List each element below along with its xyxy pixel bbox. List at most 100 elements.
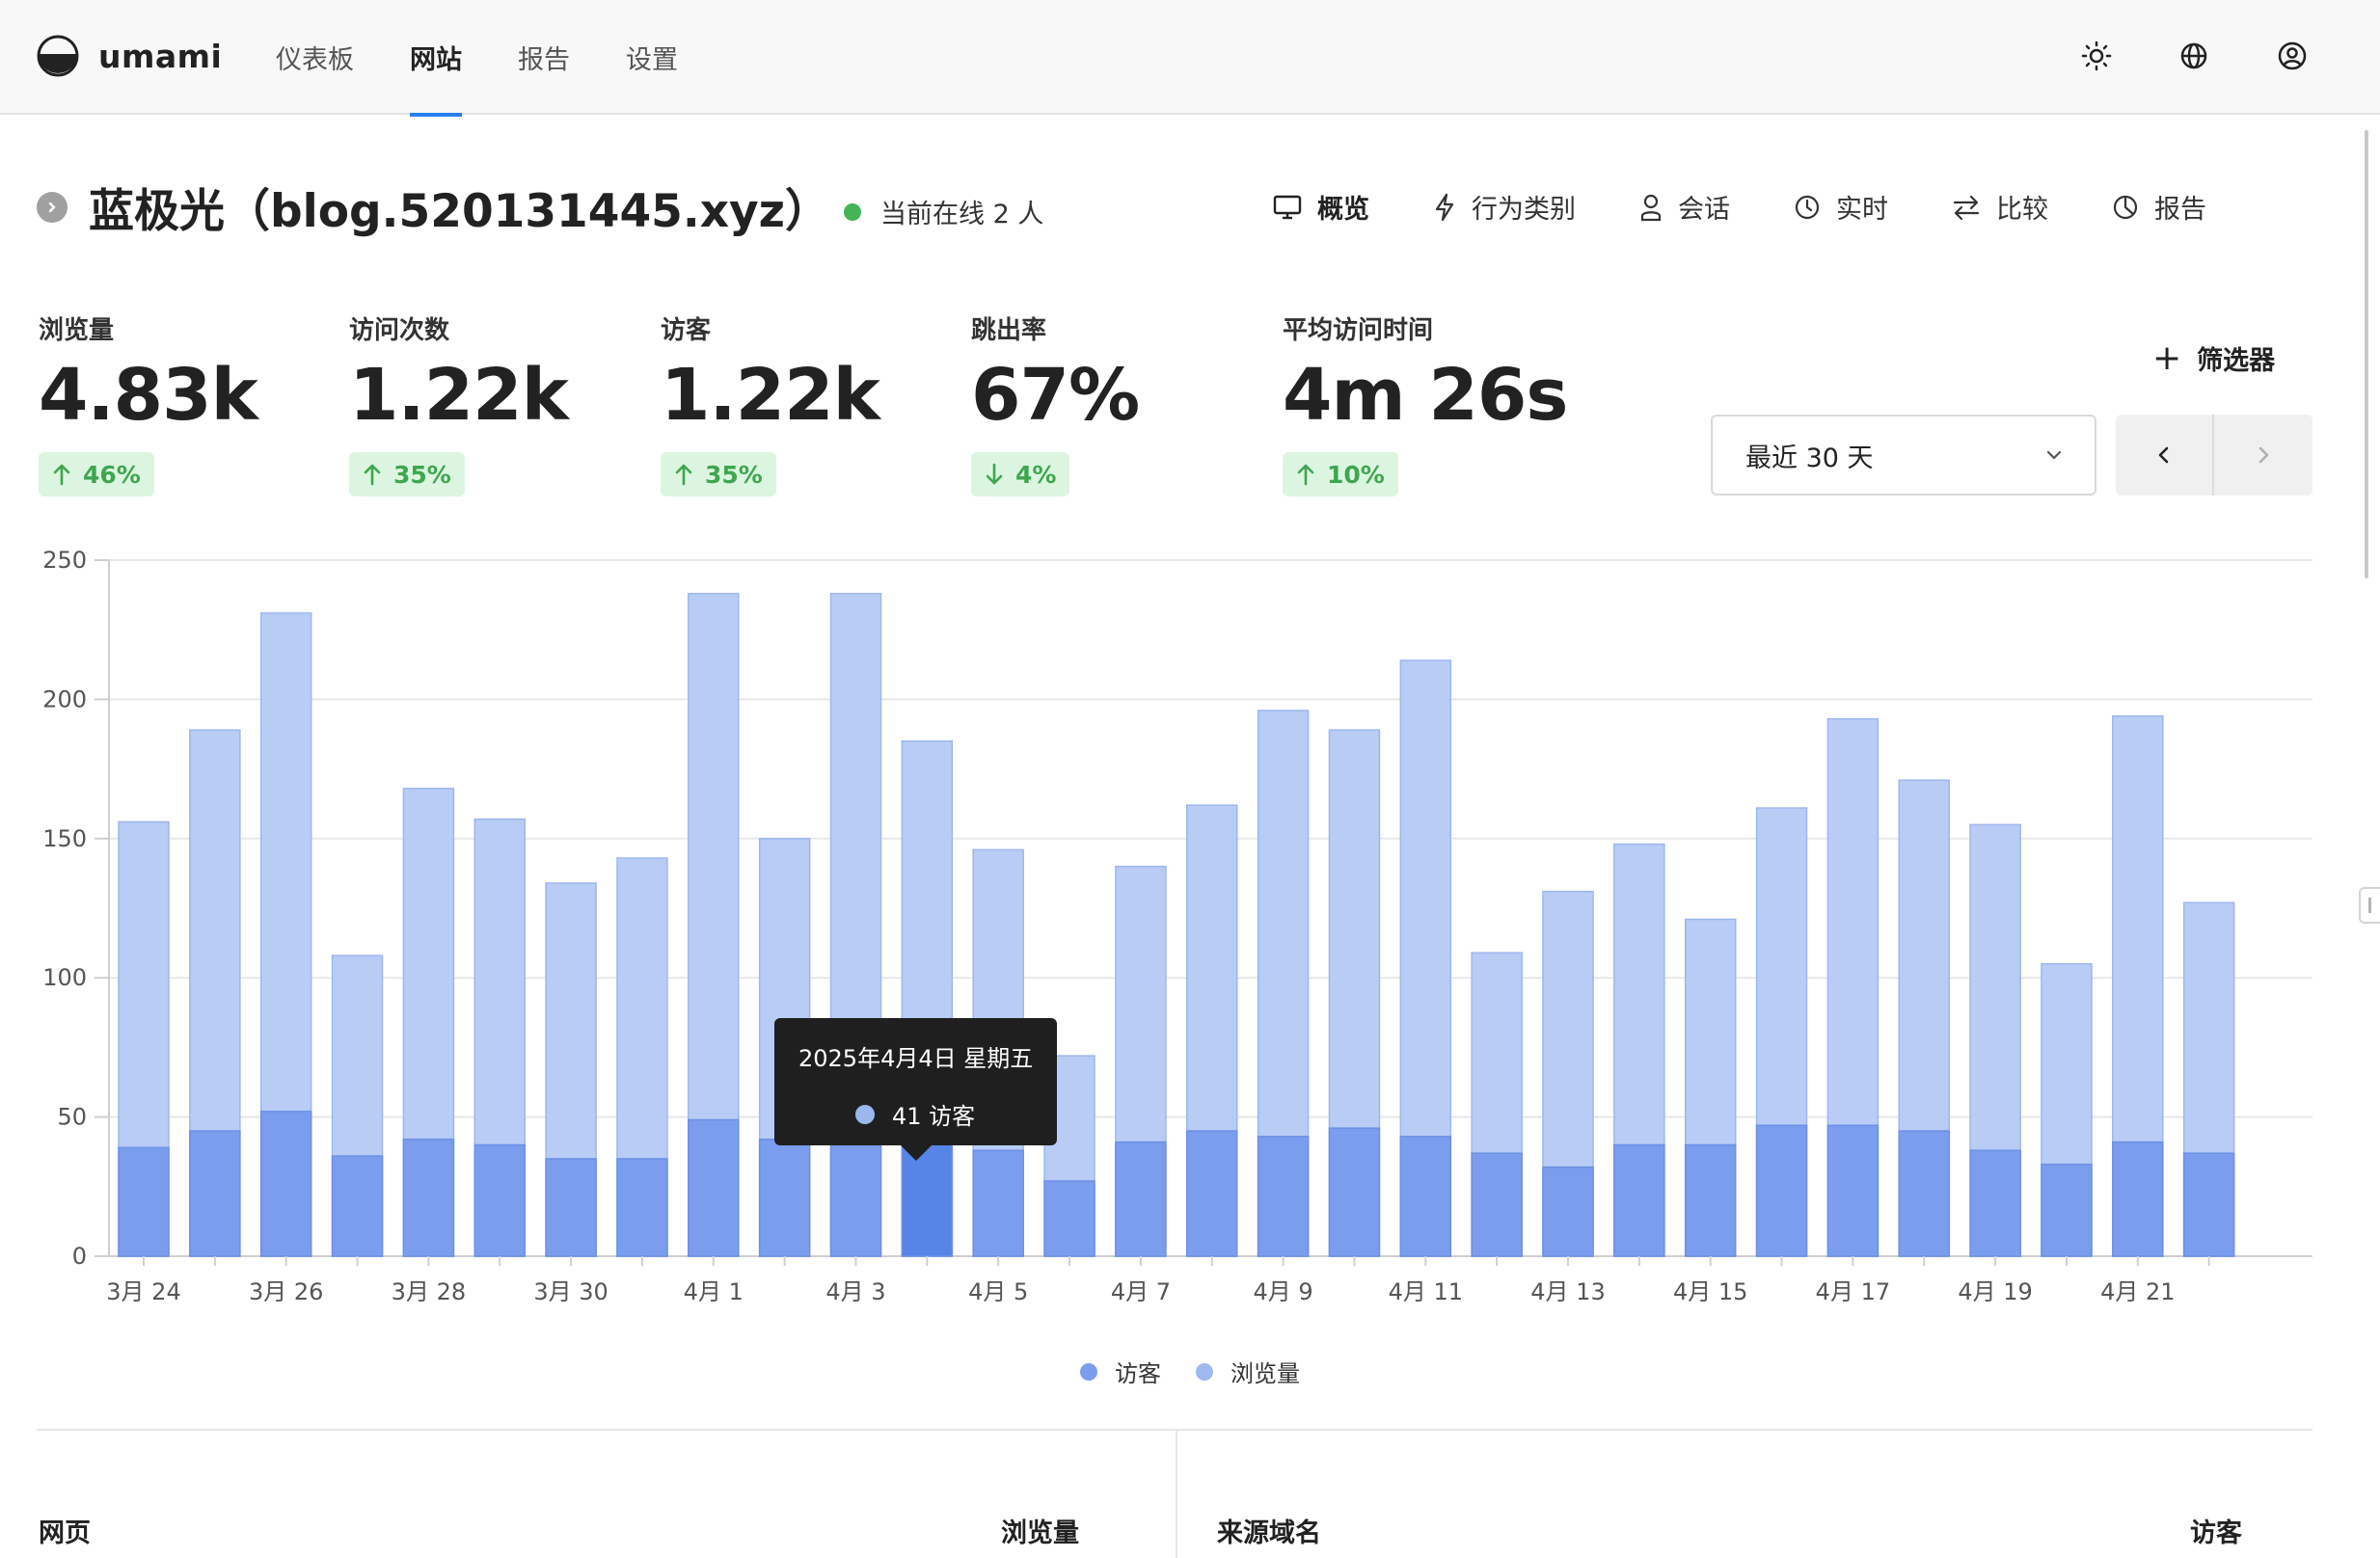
top-bar: umami 仪表板 网站 报告 设置 [0, 0, 2380, 117]
chart-legend: 访客 浏览量 [0, 1355, 2380, 1388]
online-status-dot [844, 202, 861, 221]
website-tabs: 概览 行为类别 会话 实时 比较 报告 [1273, 188, 2270, 226]
legend-pageviews[interactable]: 浏览量 [1196, 1355, 1300, 1388]
metric-label: 跳出率 [971, 316, 1047, 345]
bar-group [1684, 918, 1737, 1257]
bar-group [2041, 963, 2093, 1257]
theme-toggle-button[interactable] [2077, 37, 2116, 75]
tab-overview[interactable]: 概览 [1273, 188, 1369, 226]
side-panel-handle[interactable] [2359, 887, 2380, 924]
bar-visitors [1826, 1124, 1880, 1257]
profile-button[interactable] [2273, 37, 2312, 75]
user-circle-icon [2278, 41, 2307, 70]
x-tick-label: 4月 13 [1530, 1278, 1605, 1305]
bar-group [829, 592, 882, 1257]
bar-visitors [2112, 1141, 2164, 1257]
bar-group [473, 818, 526, 1257]
change-badge: 46% [39, 452, 154, 497]
arrow-up-icon [364, 464, 381, 486]
nav-dashboard[interactable]: 仪表板 [276, 0, 354, 115]
bar-group [259, 612, 312, 1257]
metric-visits: 访问次数 1.22k 35% [349, 310, 569, 497]
nav-websites[interactable]: 网站 [410, 0, 462, 117]
tab-sessions[interactable]: 会话 [1639, 188, 1730, 226]
tab-sessions-label: 会话 [1678, 195, 1730, 225]
globe-icon [2180, 42, 2207, 69]
metric-label: 浏览量 [39, 316, 115, 345]
tab-realtime[interactable]: 实时 [1794, 188, 1888, 226]
tab-realtime-label: 实时 [1836, 195, 1888, 225]
change-value: 10% [1327, 460, 1385, 489]
user-icon [1640, 194, 1662, 221]
bar-visitors [189, 1130, 241, 1257]
legend-dot-pageviews [1196, 1362, 1213, 1381]
x-tick-label: 4月 11 [1389, 1278, 1463, 1305]
referrers-table-title: 来源域名 [1217, 1518, 1321, 1548]
nav-reports[interactable]: 报告 [518, 0, 570, 115]
tab-compare[interactable]: 比较 [1952, 188, 2048, 226]
bar-visitors [259, 1111, 312, 1257]
bar-visitors [1115, 1141, 1167, 1257]
tooltip-date: 2025年4月4日 星期五 [798, 1045, 1034, 1072]
visitors-pageviews-chart[interactable]: 0 50 100 150 200 250 3月 24 3月 26 3月 28 3月 30 4月 1 4… [0, 540, 2380, 1311]
bar-visitors [1898, 1130, 1950, 1257]
bar-group [1471, 952, 1523, 1257]
x-tick-label: 4月 19 [1958, 1278, 2032, 1305]
arrow-up-icon [1297, 464, 1314, 486]
bar-visitors [1328, 1127, 1381, 1257]
umami-logo-icon [37, 35, 79, 77]
legend-visitors[interactable]: 访客 [1080, 1355, 1161, 1388]
metric-value: 4m 26s [1283, 354, 1568, 437]
chevron-down-icon [2046, 450, 2062, 460]
page-scrollbar[interactable] [2365, 130, 2368, 578]
bar-visitors [1186, 1130, 1238, 1257]
nav-settings[interactable]: 设置 [626, 0, 678, 115]
x-tick-label: 4月 7 [1111, 1278, 1171, 1305]
filter-button[interactable]: + 筛选器 [2152, 339, 2275, 377]
bar-visitors [545, 1158, 597, 1257]
bar-visitors [1684, 1143, 1737, 1257]
bar-visitors [616, 1158, 668, 1257]
change-value: 35% [705, 460, 763, 489]
bar-visitors [1542, 1166, 1594, 1257]
bar-group [688, 592, 740, 1257]
bar-group [1613, 843, 1665, 1257]
bar-group [1328, 729, 1381, 1257]
x-tick-label: 4月 5 [968, 1278, 1028, 1305]
date-range-value: 最近 30 天 [1745, 443, 1874, 473]
bar-group [1399, 659, 1452, 1257]
bar-group [1969, 823, 2021, 1257]
tab-events[interactable]: 行为类别 [1433, 188, 1576, 226]
filter-label: 筛选器 [2197, 346, 2276, 376]
app-logo[interactable]: umami [37, 35, 222, 77]
bar-group [402, 788, 455, 1257]
bar-group [1755, 807, 1808, 1257]
y-tick-label: 250 [42, 547, 87, 574]
next-period-button[interactable] [2214, 415, 2312, 496]
change-badge: 10% [1283, 452, 1398, 497]
chevron-right-icon [2258, 446, 2269, 464]
bar-visitors [758, 1138, 811, 1257]
bar-visitors [972, 1149, 1024, 1257]
bar-group [118, 820, 170, 1257]
metric-visitors: 访客 1.22k 35% [661, 310, 880, 497]
bar-visitors [1399, 1136, 1452, 1257]
y-tick-label: 50 [57, 1104, 87, 1131]
bar-group [331, 954, 384, 1257]
bar-group [1115, 865, 1167, 1257]
bar-group [1898, 779, 1950, 1257]
change-badge: 35% [349, 452, 465, 497]
bar-group [545, 882, 597, 1257]
metric-value: 67% [971, 354, 1140, 437]
metric-value: 1.22k [349, 354, 569, 437]
change-value: 4% [1015, 460, 1057, 489]
language-button[interactable] [2175, 37, 2213, 75]
tab-reports[interactable]: 报告 [2112, 188, 2206, 226]
bar-group [1542, 890, 1594, 1257]
metric-visit-duration: 平均访问时间 4m 26s 10% [1283, 310, 1568, 497]
previous-period-button[interactable] [2116, 415, 2214, 496]
bar-visitors [402, 1138, 455, 1257]
date-range-select[interactable]: 最近 30 天 [1711, 415, 2096, 496]
bar-visitors [1969, 1149, 2021, 1257]
x-tick-label: 3月 28 [392, 1278, 466, 1305]
